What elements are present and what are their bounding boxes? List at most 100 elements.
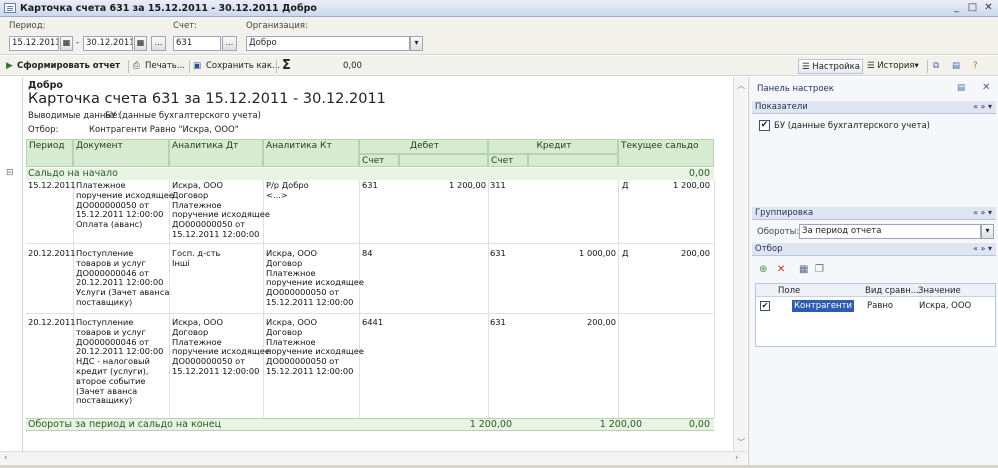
selection-nav-icon[interactable]: « » ▾ — [973, 243, 992, 255]
row3-analytics-dt: Искра, ООО Договор Платежное поручение и… — [172, 317, 270, 376]
history-button[interactable]: ☰ История▾ — [867, 59, 919, 74]
group-filter-icon[interactable]: ▦ — [799, 264, 808, 275]
organization-dropdown-icon[interactable]: ▾ — [410, 36, 423, 51]
horizontal-scrollbar[interactable]: ‹ › — [0, 451, 747, 465]
selection-section-header: Отбор « » ▾ — [752, 243, 996, 256]
filter-bar: Период: 15.12.2011 ▦ - 30.12.2011 ▦ ... … — [0, 17, 998, 55]
output-data-value: БУ (данные бухгалтерского учета) — [105, 111, 261, 121]
grouping-section-header: Группировка « » ▾ — [752, 207, 996, 220]
row3-debit-account: 6441 — [362, 317, 384, 327]
col-document-header: Документ — [73, 139, 169, 167]
period-label: Период: — [9, 21, 46, 31]
panel-close-icon[interactable]: ✕ — [982, 82, 990, 93]
grid-line — [618, 180, 619, 418]
grouping-nav-icon[interactable]: « » ▾ — [973, 207, 992, 219]
col-analytics-kt-header: Аналитика Кт — [263, 139, 359, 167]
monitor-icon[interactable]: ▤ — [952, 59, 960, 74]
history-icon: ☰ — [867, 61, 878, 71]
toolbar-separator — [189, 60, 190, 73]
maximize-button[interactable]: □ — [966, 2, 979, 14]
row2-credit-sum: 1 000,00 — [579, 248, 616, 258]
row2-credit-account: 631 — [490, 248, 506, 258]
row3-credit-account: 631 — [490, 317, 506, 327]
help-icon[interactable]: ? — [973, 59, 978, 74]
new-window-icon[interactable]: ⧉ — [933, 59, 939, 74]
date-to-field[interactable]: 30.12.2011 — [83, 36, 133, 51]
toolbar-separator — [128, 60, 129, 73]
totals-credit: 1 200,00 — [599, 419, 642, 430]
row2-document: Поступление товаров и услуг ДО000000046 … — [76, 248, 170, 307]
grid-line — [73, 180, 74, 418]
delete-filter-icon[interactable]: ✕ — [777, 264, 785, 275]
save-as-button[interactable]: Сохранить как... — [206, 59, 280, 74]
scroll-left-icon[interactable]: ‹ — [4, 453, 8, 463]
totals-label: Обороты за период и сальдо на конец — [28, 419, 222, 430]
period-select-button[interactable]: ... — [151, 36, 166, 51]
row3-period: 20.12.2011 — [28, 317, 76, 327]
add-filter-icon[interactable]: ⊕ — [759, 264, 767, 275]
col-credit-sum-header — [528, 154, 618, 167]
row2-period: 20.12.2011 — [28, 248, 76, 258]
collapse-group-icon[interactable]: ⊟ — [6, 168, 14, 178]
row1-analytics-kt: Р/р Добро <...> — [266, 180, 309, 200]
vertical-scrollbar[interactable]: ︿ ﹀ — [733, 77, 747, 451]
settings-button[interactable]: ☰ Настройка — [798, 59, 863, 74]
totals-balance: 0,00 — [688, 419, 710, 430]
turnovers-select[interactable]: За период отчета — [799, 224, 981, 239]
totals-debit: 1 200,00 — [469, 419, 512, 430]
account-select-button[interactable]: ... — [222, 36, 237, 51]
filter-label: Отбор: — [28, 125, 59, 135]
sum-sigma-icon[interactable]: Σ — [282, 59, 291, 74]
report-sheet[interactable]: Добро Карточка счета 631 за 15.12.2011 -… — [0, 77, 733, 451]
row3-analytics-kt: Искра, ООО Договор Платежное поручение и… — [266, 317, 364, 376]
organization-field[interactable]: Добро — [246, 36, 410, 51]
date-to-calendar-icon[interactable]: ▦ — [134, 36, 147, 51]
row1-document: Платежное поручение исходящее ДО00000005… — [76, 180, 174, 230]
row2-balance: 200,00 — [680, 248, 710, 258]
row2-debit-account: 84 — [362, 248, 373, 258]
date-from-field[interactable]: 15.12.2011 — [9, 36, 59, 51]
col-analytics-dt-header: Аналитика Дт — [169, 139, 263, 167]
row2-analytics-kt: Искра, ООО Договор Платежное поручение и… — [266, 248, 364, 307]
indicators-title: Показатели — [755, 102, 808, 112]
row1-credit-account: 311 — [490, 180, 506, 190]
filter-row-field[interactable]: Контрагенти — [792, 300, 854, 312]
row-divider — [26, 313, 714, 314]
date-from-calendar-icon[interactable]: ▦ — [60, 36, 73, 51]
row2-balance-side: Д — [622, 248, 629, 258]
indicator-checkbox[interactable]: ✔ — [759, 120, 770, 131]
filter-row-checkbox[interactable]: ✔ — [760, 301, 770, 311]
turnovers-dropdown-icon[interactable]: ▾ — [981, 224, 994, 239]
report-window-icon — [4, 3, 16, 13]
grid-line — [488, 180, 489, 418]
minimize-button[interactable]: _ — [950, 2, 963, 14]
opening-balance-value: 0,00 — [688, 168, 710, 179]
generate-play-icon: ▶ — [6, 61, 13, 71]
col-period-header: Период — [26, 139, 73, 167]
col-credit-header: Кредит — [488, 139, 618, 154]
filter-row-kind[interactable]: Равно — [867, 301, 893, 311]
filter-col-value: Значение — [918, 286, 961, 296]
row2-analytics-dt: Госп. д-сть Інші — [172, 248, 221, 268]
scroll-up-icon[interactable]: ︿ — [737, 80, 745, 91]
print-button[interactable]: Печать... — [145, 59, 185, 74]
close-window-button[interactable]: ✕ — [982, 2, 995, 14]
indicators-section-header: Показатели « » ▾ — [752, 101, 996, 114]
settings-icon: ☰ — [802, 62, 813, 72]
scroll-down-icon[interactable]: ﹀ — [737, 437, 745, 448]
copy-filter-icon[interactable]: ❐ — [815, 264, 824, 275]
totals-row: Обороты за период и сальдо на конец 1 20… — [26, 418, 714, 431]
row1-balance-side: Д — [622, 180, 629, 190]
row1-period: 15.12.2011 — [28, 180, 76, 190]
row-divider — [26, 243, 714, 244]
indicators-nav-icon[interactable]: « » ▾ — [973, 101, 992, 113]
history-dropdown-icon: ▾ — [914, 61, 919, 71]
generate-report-button[interactable]: Сформировать отчет — [17, 59, 120, 74]
panel-menu-icon[interactable]: ▤ — [957, 83, 965, 93]
filter-col-field: Поле — [778, 286, 801, 296]
title-bar: Карточка счета 631 за 15.12.2011 - 30.12… — [0, 0, 998, 17]
filter-row-value[interactable]: Искра, ООО — [919, 301, 971, 311]
toolbar-separator — [927, 60, 928, 73]
scroll-right-icon[interactable]: › — [735, 453, 739, 463]
account-field[interactable]: 631 — [173, 36, 221, 51]
